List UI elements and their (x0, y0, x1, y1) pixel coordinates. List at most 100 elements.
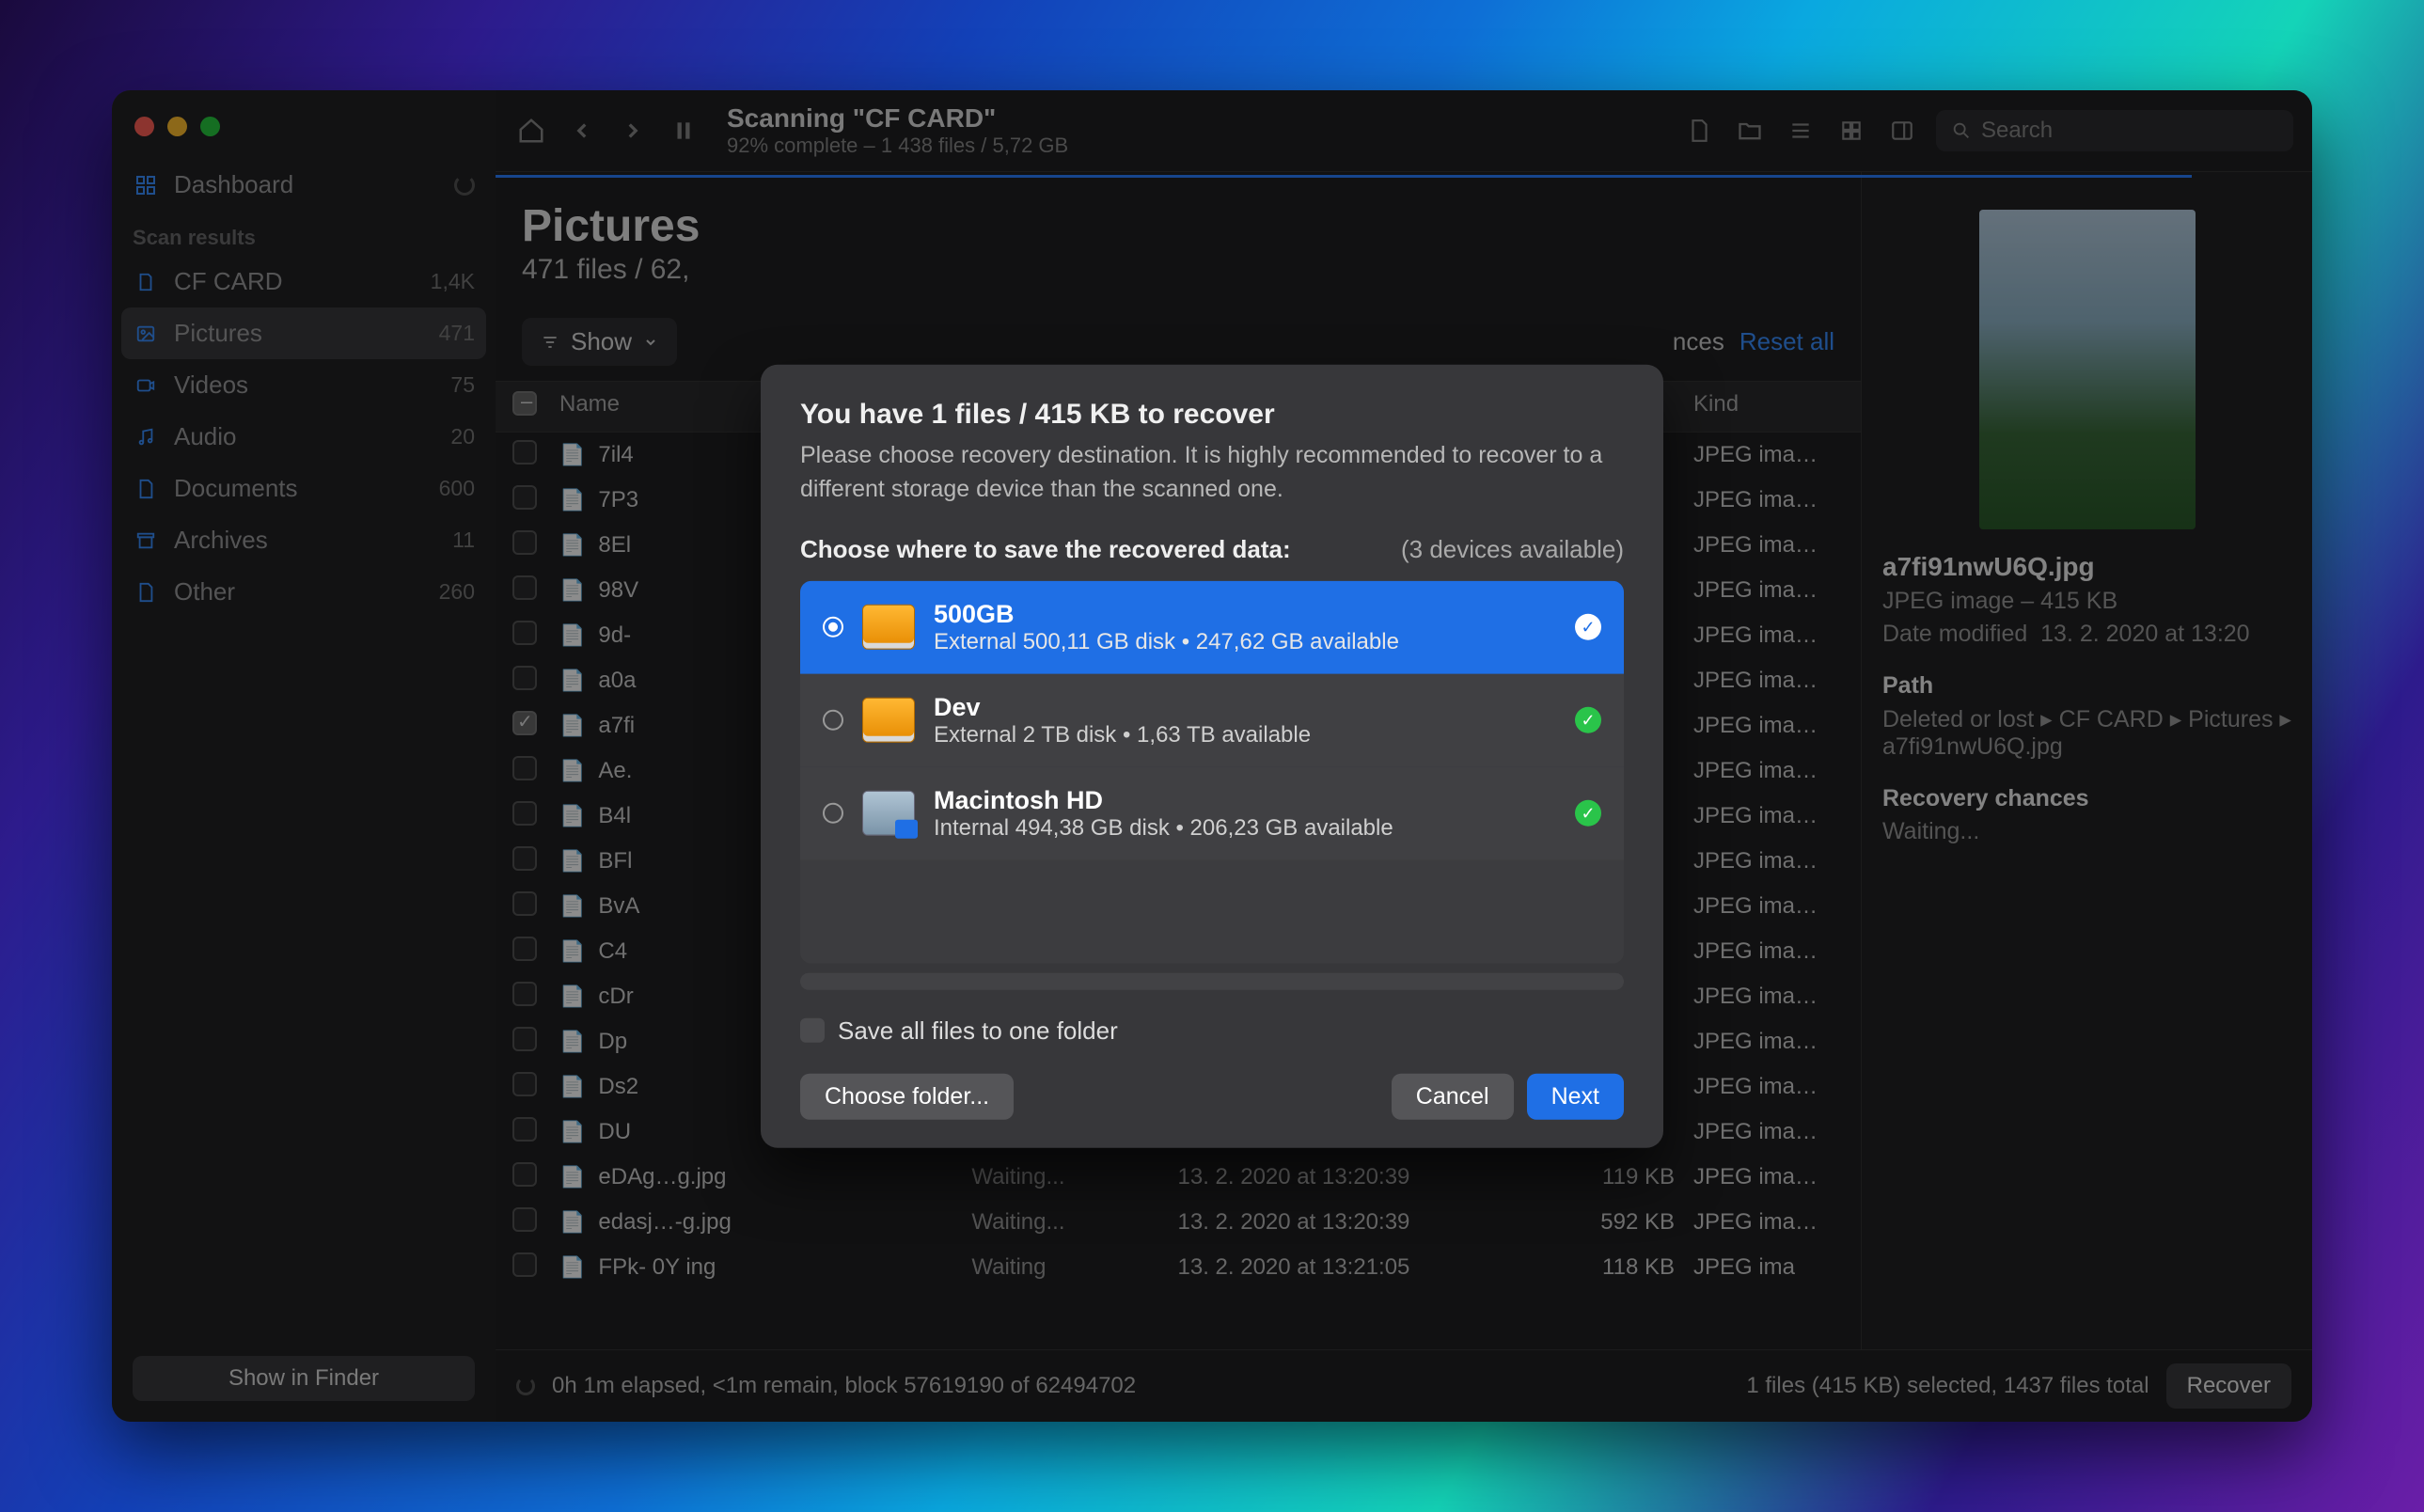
sidebar-item-videos[interactable]: Videos 75 (112, 359, 496, 411)
row-checkbox[interactable] (512, 846, 537, 871)
col-kind[interactable]: Kind (1675, 391, 1844, 422)
row-checkbox[interactable] (512, 621, 537, 645)
device-option[interactable]: DevExternal 2 TB disk • 1,63 TB availabl… (800, 673, 1624, 766)
home-icon[interactable] (514, 114, 548, 148)
search-input[interactable]: Search (1936, 110, 2293, 151)
col-checkbox[interactable] (512, 391, 559, 422)
row-checkbox[interactable] (512, 937, 537, 961)
sidebar-item-label: Dashboard (174, 170, 293, 199)
row-checkbox[interactable] (512, 982, 537, 1006)
device-desc: External 500,11 GB disk • 247,62 GB avai… (934, 628, 1556, 654)
save-all-label: Save all files to one folder (838, 1016, 1118, 1045)
file-view-icon[interactable] (1682, 114, 1716, 148)
show-in-finder-button[interactable]: Show in Finder (133, 1356, 475, 1401)
row-checkbox[interactable] (512, 530, 537, 555)
row-checkbox[interactable] (512, 1117, 537, 1142)
row-checkbox[interactable] (512, 891, 537, 916)
check-icon: ✓ (1575, 800, 1601, 827)
next-button[interactable]: Next (1527, 1073, 1624, 1119)
folder-view-icon[interactable] (1733, 114, 1767, 148)
page-title: Pictures (522, 200, 1834, 252)
row-kind: JPEG ima… (1675, 532, 1844, 559)
row-name: 7il4 (598, 442, 633, 468)
table-row[interactable]: 📄edasj…-g.jpgWaiting...13. 2. 2020 at 13… (496, 1200, 1861, 1245)
row-checkbox[interactable] (512, 1162, 537, 1187)
row-checkbox[interactable] (512, 1252, 537, 1277)
row-checkbox[interactable] (512, 1027, 537, 1051)
device-radio[interactable] (823, 803, 843, 824)
row-checkbox[interactable] (512, 666, 537, 690)
row-checkbox[interactable] (512, 756, 537, 780)
device-radio[interactable] (823, 617, 843, 638)
row-checkbox[interactable] (512, 711, 537, 735)
save-all-checkbox-row[interactable]: Save all files to one folder (800, 1016, 1624, 1045)
device-scrollbar[interactable] (800, 972, 1624, 989)
device-radio[interactable] (823, 710, 843, 731)
file-icon: 📄 (559, 984, 585, 1009)
sidebar-item-audio[interactable]: Audio 20 (112, 411, 496, 463)
sidebar-item-label: Other (174, 577, 235, 606)
image-icon (133, 321, 159, 347)
sidebar-item-other[interactable]: Other 260 (112, 566, 496, 618)
file-icon (133, 579, 159, 606)
minimize-window-button[interactable] (167, 117, 187, 136)
sidebar-item-dashboard[interactable]: Dashboard (112, 159, 496, 211)
reset-all-link[interactable]: Reset all (1739, 327, 1834, 356)
sidebar-item-archives[interactable]: Archives 11 (112, 514, 496, 566)
file-icon: 📄 (559, 849, 585, 874)
row-checkbox[interactable] (512, 440, 537, 465)
pause-icon[interactable] (667, 114, 700, 148)
archive-icon (133, 528, 159, 554)
chances-filter-partial[interactable]: nces (1673, 327, 1724, 356)
path-label: Path (1882, 672, 2291, 700)
row-name: 98V (598, 577, 638, 604)
row-name: Ae. (598, 758, 632, 784)
cancel-button[interactable]: Cancel (1392, 1073, 1514, 1119)
table-row[interactable]: 📄eDAg…g.jpgWaiting...13. 2. 2020 at 13:2… (496, 1155, 1861, 1200)
file-icon: 📄 (559, 714, 585, 738)
sidebar-item-label: Videos (174, 370, 248, 400)
table-row[interactable]: 📄FPk- 0Y ingWaiting13. 2. 2020 at 13:21:… (496, 1245, 1861, 1290)
scan-title: Scanning "CF CARD" 92% complete – 1 438 … (727, 103, 1068, 158)
back-icon[interactable] (565, 114, 599, 148)
row-checkbox[interactable] (512, 1072, 537, 1096)
recover-button[interactable]: Recover (2166, 1363, 2291, 1409)
sidebar-item-pictures[interactable]: Pictures 471 (121, 307, 486, 359)
list-view-icon[interactable] (1784, 114, 1818, 148)
row-kind: JPEG ima… (1675, 622, 1844, 649)
file-icon: 📄 (559, 623, 585, 648)
row-checkbox[interactable] (512, 1207, 537, 1232)
sidebar-item-label: Audio (174, 422, 237, 451)
preview-thumbnail[interactable] (1979, 210, 2196, 529)
device-option[interactable]: 500GBExternal 500,11 GB disk • 247,62 GB… (800, 580, 1624, 673)
file-icon: 📄 (559, 669, 585, 693)
preview-filename: a7fi91nwU6Q.jpg (1882, 552, 2291, 582)
row-checkbox[interactable] (512, 801, 537, 826)
show-filter-dropdown[interactable]: Show (522, 318, 677, 366)
sidebar-toggle-icon[interactable] (1885, 114, 1919, 148)
sidebar-item-documents[interactable]: Documents 600 (112, 463, 496, 514)
preview-pane: a7fi91nwU6Q.jpg JPEG image – 415 KB Date… (1861, 172, 2312, 1349)
sidebar-item-label: CF CARD (174, 267, 283, 296)
scan-title-text: Scanning "CF CARD" (727, 103, 1068, 134)
devices-available: (3 devices available) (1401, 534, 1624, 563)
fullscreen-window-button[interactable] (200, 117, 220, 136)
file-icon: 📄 (559, 488, 585, 512)
row-status: Waiting... (971, 1209, 1177, 1236)
choose-folder-button[interactable]: Choose folder... (800, 1073, 1014, 1119)
page-subtitle: 471 files / 62, (522, 254, 1834, 286)
dialog-subtitle: Please choose recovery destination. It i… (800, 438, 1624, 507)
forward-icon[interactable] (616, 114, 650, 148)
row-checkbox[interactable] (512, 485, 537, 510)
file-icon: 📄 (559, 1210, 585, 1235)
row-name: a7fi (598, 713, 635, 739)
sidebar-item-cfcard[interactable]: CF CARD 1,4K (112, 256, 496, 307)
save-all-checkbox[interactable] (800, 1018, 825, 1043)
device-option[interactable]: Macintosh HDInternal 494,38 GB disk • 20… (800, 766, 1624, 859)
sidebar-item-count: 600 (439, 476, 475, 501)
grid-view-icon[interactable] (1834, 114, 1868, 148)
window-controls (112, 109, 496, 159)
row-name: FPk- 0Y ing (598, 1254, 716, 1281)
row-checkbox[interactable] (512, 575, 537, 600)
close-window-button[interactable] (134, 117, 154, 136)
